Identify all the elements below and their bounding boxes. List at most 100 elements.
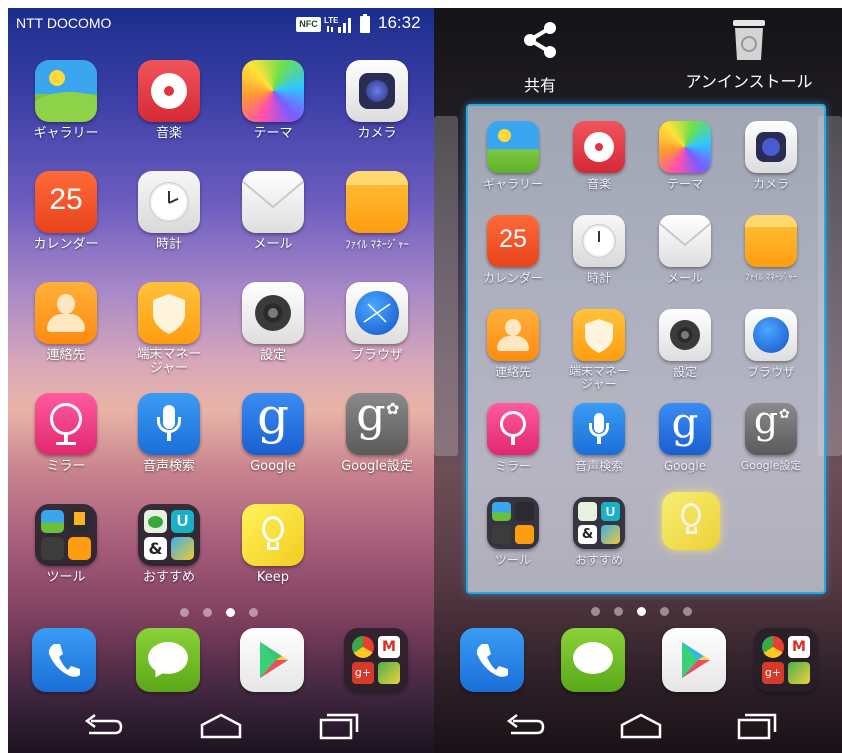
app-label: 連絡先 [46,348,86,363]
app-gallery[interactable]: ギャラリー [470,121,556,191]
keep-icon [242,504,304,566]
app-label: テーマ [666,177,703,191]
folder-recommended[interactable]: U & おすすめ [117,504,221,586]
folder-recommended[interactable]: U & おすすめ [556,497,642,567]
app-clock[interactable]: 時計 [117,171,221,253]
app-google[interactable]: g Google [221,393,325,475]
recents-icon [737,713,777,740]
page-dot-active[interactable] [637,607,646,616]
page-dot[interactable] [203,608,212,617]
app-camera[interactable]: カメラ [728,121,814,191]
dock-play-store[interactable] [642,628,746,692]
camera-icon [745,121,797,173]
home-icon [620,713,662,739]
app-google-settings[interactable]: g ✿ Google設定 [325,393,429,475]
recommended-folder-icon: U & [573,497,625,549]
recents-button[interactable] [732,707,782,743]
music-icon [138,60,200,122]
app-label: 時計 [586,271,611,285]
mirror-icon [35,393,97,455]
app-browser[interactable]: ブラウザ [728,309,814,379]
app-theme[interactable]: テーマ [642,121,728,191]
app-label: ツール [46,570,86,585]
page-dot[interactable] [591,607,600,616]
status-bar: NTT DOCOMO NFC LTE 16:32 [8,8,434,40]
app-phone-manager[interactable]: 端末マネー ジャー [556,309,642,391]
page-dot-active[interactable] [226,608,235,617]
app-label: Google設定 [740,459,802,472]
app-settings[interactable]: 設定 [221,282,325,364]
app-browser[interactable]: ブラウザ [325,282,429,364]
app-clock[interactable]: 時計 [556,215,642,285]
messaging-icon [561,628,625,692]
google-glyph: g [671,403,699,447]
page-dot[interactable] [614,607,623,616]
app-settings[interactable]: 設定 [642,309,728,379]
app-mirror[interactable]: ミラー [14,393,118,475]
page-dot[interactable] [683,607,692,616]
app-label: Google [250,459,296,474]
dragged-keep-icon[interactable] [662,492,720,550]
phone-icon [460,628,524,692]
app-gallery[interactable]: ギャラリー [14,60,118,142]
app-mirror[interactable]: ミラー [470,403,556,473]
dock-messaging[interactable] [116,628,220,692]
app-music[interactable]: 音楽 [556,121,642,191]
app-google[interactable]: g Google [642,403,728,473]
dock-messaging[interactable] [541,628,645,692]
home-button[interactable] [196,707,246,743]
uninstall-drop-target[interactable]: アンインストール [674,16,824,92]
app-label: Google [663,459,707,473]
folder-tools[interactable]: ツール [14,504,118,586]
uninstall-label: アンインストール [685,72,813,91]
carrier-name: NTT DOCOMO [16,15,112,31]
app-phone-manager[interactable]: 端末マネー ジャー [117,282,221,376]
dock-google-apps-folder[interactable]: M g+ [734,628,838,692]
share-drop-target[interactable]: 共有 [504,18,576,96]
app-contacts[interactable]: 連絡先 [470,309,556,379]
home-button[interactable] [616,707,666,743]
app-label: ギャラリー [33,126,99,141]
app-calendar[interactable]: 25 カレンダー [470,215,556,285]
app-label: 端末マネー [136,347,202,362]
file-manager-icon [745,215,797,267]
page-indicator [591,607,692,616]
lte-signal-icon: LTE [324,16,351,33]
navigation-bar [8,697,434,753]
home-icon [200,713,242,739]
app-file-manager[interactable]: ﾌｧｲﾙ ﾏﾈｰｼﾞｬｰ [728,215,814,285]
app-file-manager[interactable]: ﾌｧｲﾙ ﾏﾈｰｼﾞｬｰ [325,171,429,253]
calendar-icon: 25 [487,215,539,267]
back-button[interactable] [78,707,128,743]
app-label: ﾌｧｲﾙ ﾏﾈｰｼﾞｬｰ [345,238,409,251]
app-mail[interactable]: メール [642,215,728,285]
share-icon [524,22,556,58]
back-button[interactable] [500,707,550,743]
folder-tools[interactable]: ツール [470,497,556,567]
page-dot[interactable] [660,607,669,616]
app-mail[interactable]: メール [221,171,325,253]
app-contacts[interactable]: 連絡先 [14,282,118,364]
page-dot[interactable] [249,608,258,617]
app-music[interactable]: 音楽 [117,60,221,142]
app-voice-search[interactable]: 音声検索 [117,393,221,475]
dock-phone[interactable] [12,628,116,692]
app-google-settings[interactable]: g ✿ Google設定 [728,403,814,473]
theme-icon [242,60,304,122]
recents-button[interactable] [314,707,364,743]
app-calendar[interactable]: 25 カレンダー [14,171,118,253]
dock-phone[interactable] [440,628,544,692]
app-voice-search[interactable]: 音声検索 [556,403,642,473]
page-dot[interactable] [180,608,189,617]
app-label: メール [666,271,703,285]
app-camera[interactable]: カメラ [325,60,429,142]
app-label: 設定 [672,365,697,379]
page-indicator [180,608,258,617]
google-icon: g [242,393,304,455]
app-label: ﾌｧｲﾙ ﾏﾈｰｼﾞｬｰ [744,273,798,283]
dock-play-store[interactable] [220,628,324,692]
app-theme[interactable]: テーマ [221,60,325,142]
dock-google-apps-folder[interactable]: M g+ [324,628,428,692]
app-label: ミラー [46,459,86,474]
app-keep[interactable]: Keep [221,504,325,586]
